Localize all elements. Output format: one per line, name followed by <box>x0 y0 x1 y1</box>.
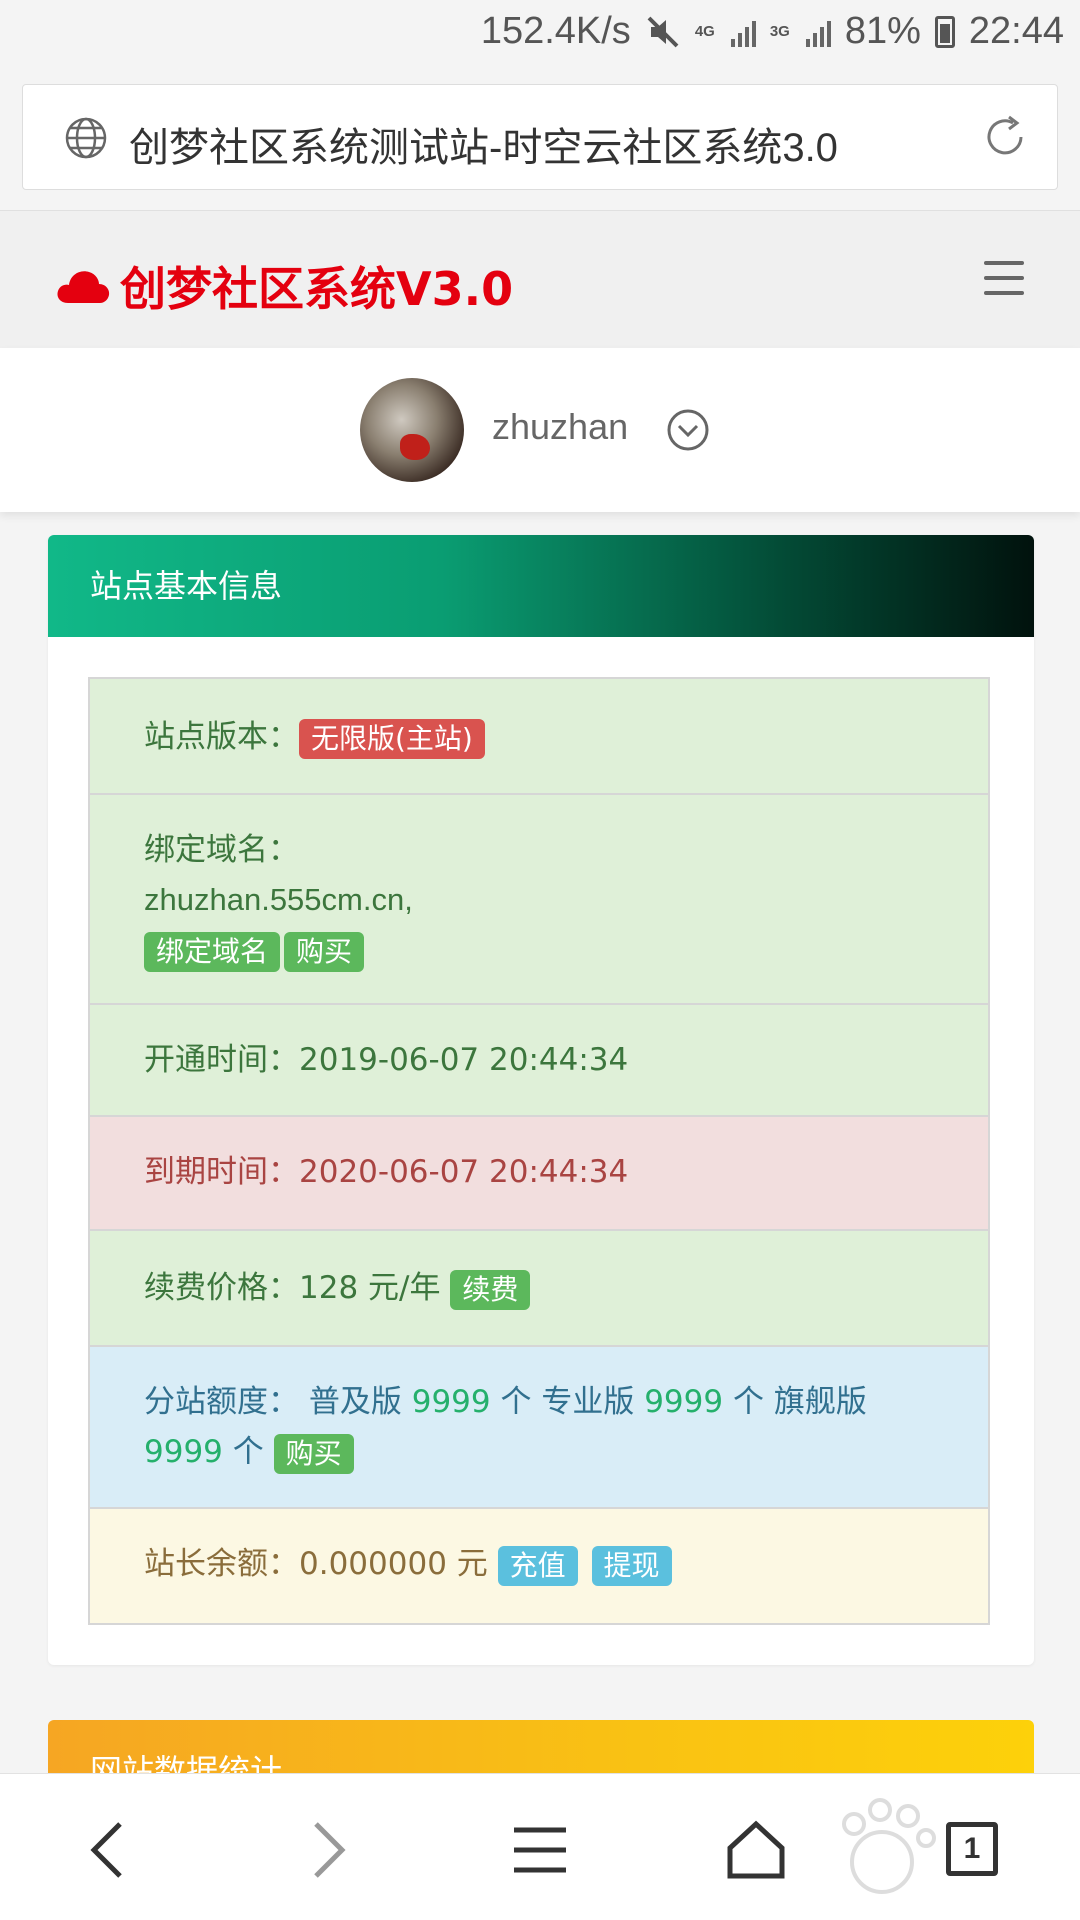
open-time: 开通时间：2019-06-07 20:44:34 <box>144 1042 629 1078</box>
quota-flagship-num: 9999 <box>144 1434 223 1470</box>
paw-watermark-icon <box>842 1798 936 1894</box>
back-icon[interactable] <box>70 1810 150 1890</box>
quota-label: 分站额度： <box>144 1384 299 1420</box>
domain-row: 绑定域名： zhuzhan.555cm.cn, 绑定域名 购买 <box>90 795 988 1005</box>
globe-icon <box>65 117 107 159</box>
expire-time: 到期时间：2020-06-07 20:44:34 <box>144 1154 629 1190</box>
open-time-row: 开通时间：2019-06-07 20:44:34 <box>90 1005 988 1117</box>
balance-row: 站长余额：0.000000 元 充值 提现 <box>90 1509 988 1623</box>
hamburger-menu-icon[interactable] <box>984 261 1024 295</box>
battery-icon <box>934 15 955 48</box>
address-bar[interactable]: 创梦社区系统测试站-时空云社区系统3.0 <box>22 84 1058 190</box>
username[interactable]: zhuzhan <box>492 406 628 448</box>
quota-flagship: 旗舰版 <box>773 1384 867 1420</box>
clock: 22:44 <box>968 10 1064 52</box>
site-info-panel: 站点基本信息 站点版本： 无限版(主站) 绑定域名： zhuzhan.555cm.… <box>48 535 1034 1665</box>
version-badge: 无限版(主站) <box>299 718 485 759</box>
status-bar: 152.4K/s 4G 3G 81% 22:44 <box>0 0 1080 66</box>
avatar[interactable] <box>360 378 464 482</box>
quota-basic-num: 9999 <box>411 1384 491 1420</box>
balance: 站长余额：0.000000 元 <box>144 1546 488 1582</box>
panel-title: 站点基本信息 <box>48 535 1034 637</box>
signal-icon <box>730 17 756 47</box>
tabs-button[interactable]: 1 <box>946 1822 998 1876</box>
domain-value: zhuzhan.555cm.cn, <box>144 882 413 917</box>
version-row: 站点版本： 无限版(主站) <box>90 679 988 795</box>
recharge-button[interactable]: 充值 <box>497 1545 578 1586</box>
menu-icon[interactable] <box>500 1810 580 1890</box>
quota-unit: 个 <box>500 1384 532 1420</box>
domain-label: 绑定域名： <box>144 832 299 868</box>
quota-basic: 普及版 <box>308 1384 402 1420</box>
version-label: 站点版本： <box>144 719 299 755</box>
quota-unit: 个 <box>232 1434 264 1470</box>
quota-pro-num: 9999 <box>644 1384 724 1420</box>
network-type-4g: 4G <box>694 23 715 40</box>
signal-icon-2 <box>805 17 831 47</box>
page-title[interactable]: 创梦社区系统测试站-时空云社区系统3.0 <box>129 115 838 173</box>
browser-bottom-nav: 1 <box>0 1773 1080 1920</box>
app-header: 创梦社区系统V3.0 <box>0 210 1080 348</box>
chevron-down-icon[interactable] <box>666 408 710 452</box>
cloud-logo-icon <box>57 271 110 303</box>
brand-title: 创梦社区系统V3.0 <box>120 262 514 316</box>
home-icon[interactable] <box>716 1810 796 1890</box>
user-bar: zhuzhan <box>0 348 1080 512</box>
buy-quota-button[interactable]: 购买 <box>273 1433 354 1474</box>
expire-time-row: 到期时间：2020-06-07 20:44:34 <box>90 1117 988 1231</box>
withdraw-button[interactable]: 提现 <box>591 1545 672 1586</box>
network-speed: 152.4K/s <box>480 10 631 52</box>
forward-icon[interactable] <box>286 1810 366 1890</box>
quota-row: 分站额度： 普及版 9999 个 专业版 9999 个 旗舰版 9999 个 购… <box>90 1347 988 1509</box>
bind-domain-button[interactable]: 绑定域名 <box>144 931 281 972</box>
renew-row: 续费价格：128 元/年 续费 <box>90 1231 988 1347</box>
buy-domain-button[interactable]: 购买 <box>284 931 365 972</box>
mute-icon <box>647 16 679 47</box>
quota-unit: 个 <box>732 1384 764 1420</box>
renew-price: 续费价格：128 元/年 <box>144 1270 441 1306</box>
network-type-3g: 3G <box>769 23 790 40</box>
battery-percent: 81% <box>844 10 921 52</box>
quota-pro: 专业版 <box>541 1384 635 1420</box>
info-list: 站点版本： 无限版(主站) 绑定域名： zhuzhan.555cm.cn, 绑定域… <box>88 677 990 1625</box>
brand[interactable]: 创梦社区系统V3.0 <box>56 253 513 319</box>
renew-button[interactable]: 续费 <box>450 1269 531 1310</box>
reload-icon[interactable] <box>979 111 1031 163</box>
